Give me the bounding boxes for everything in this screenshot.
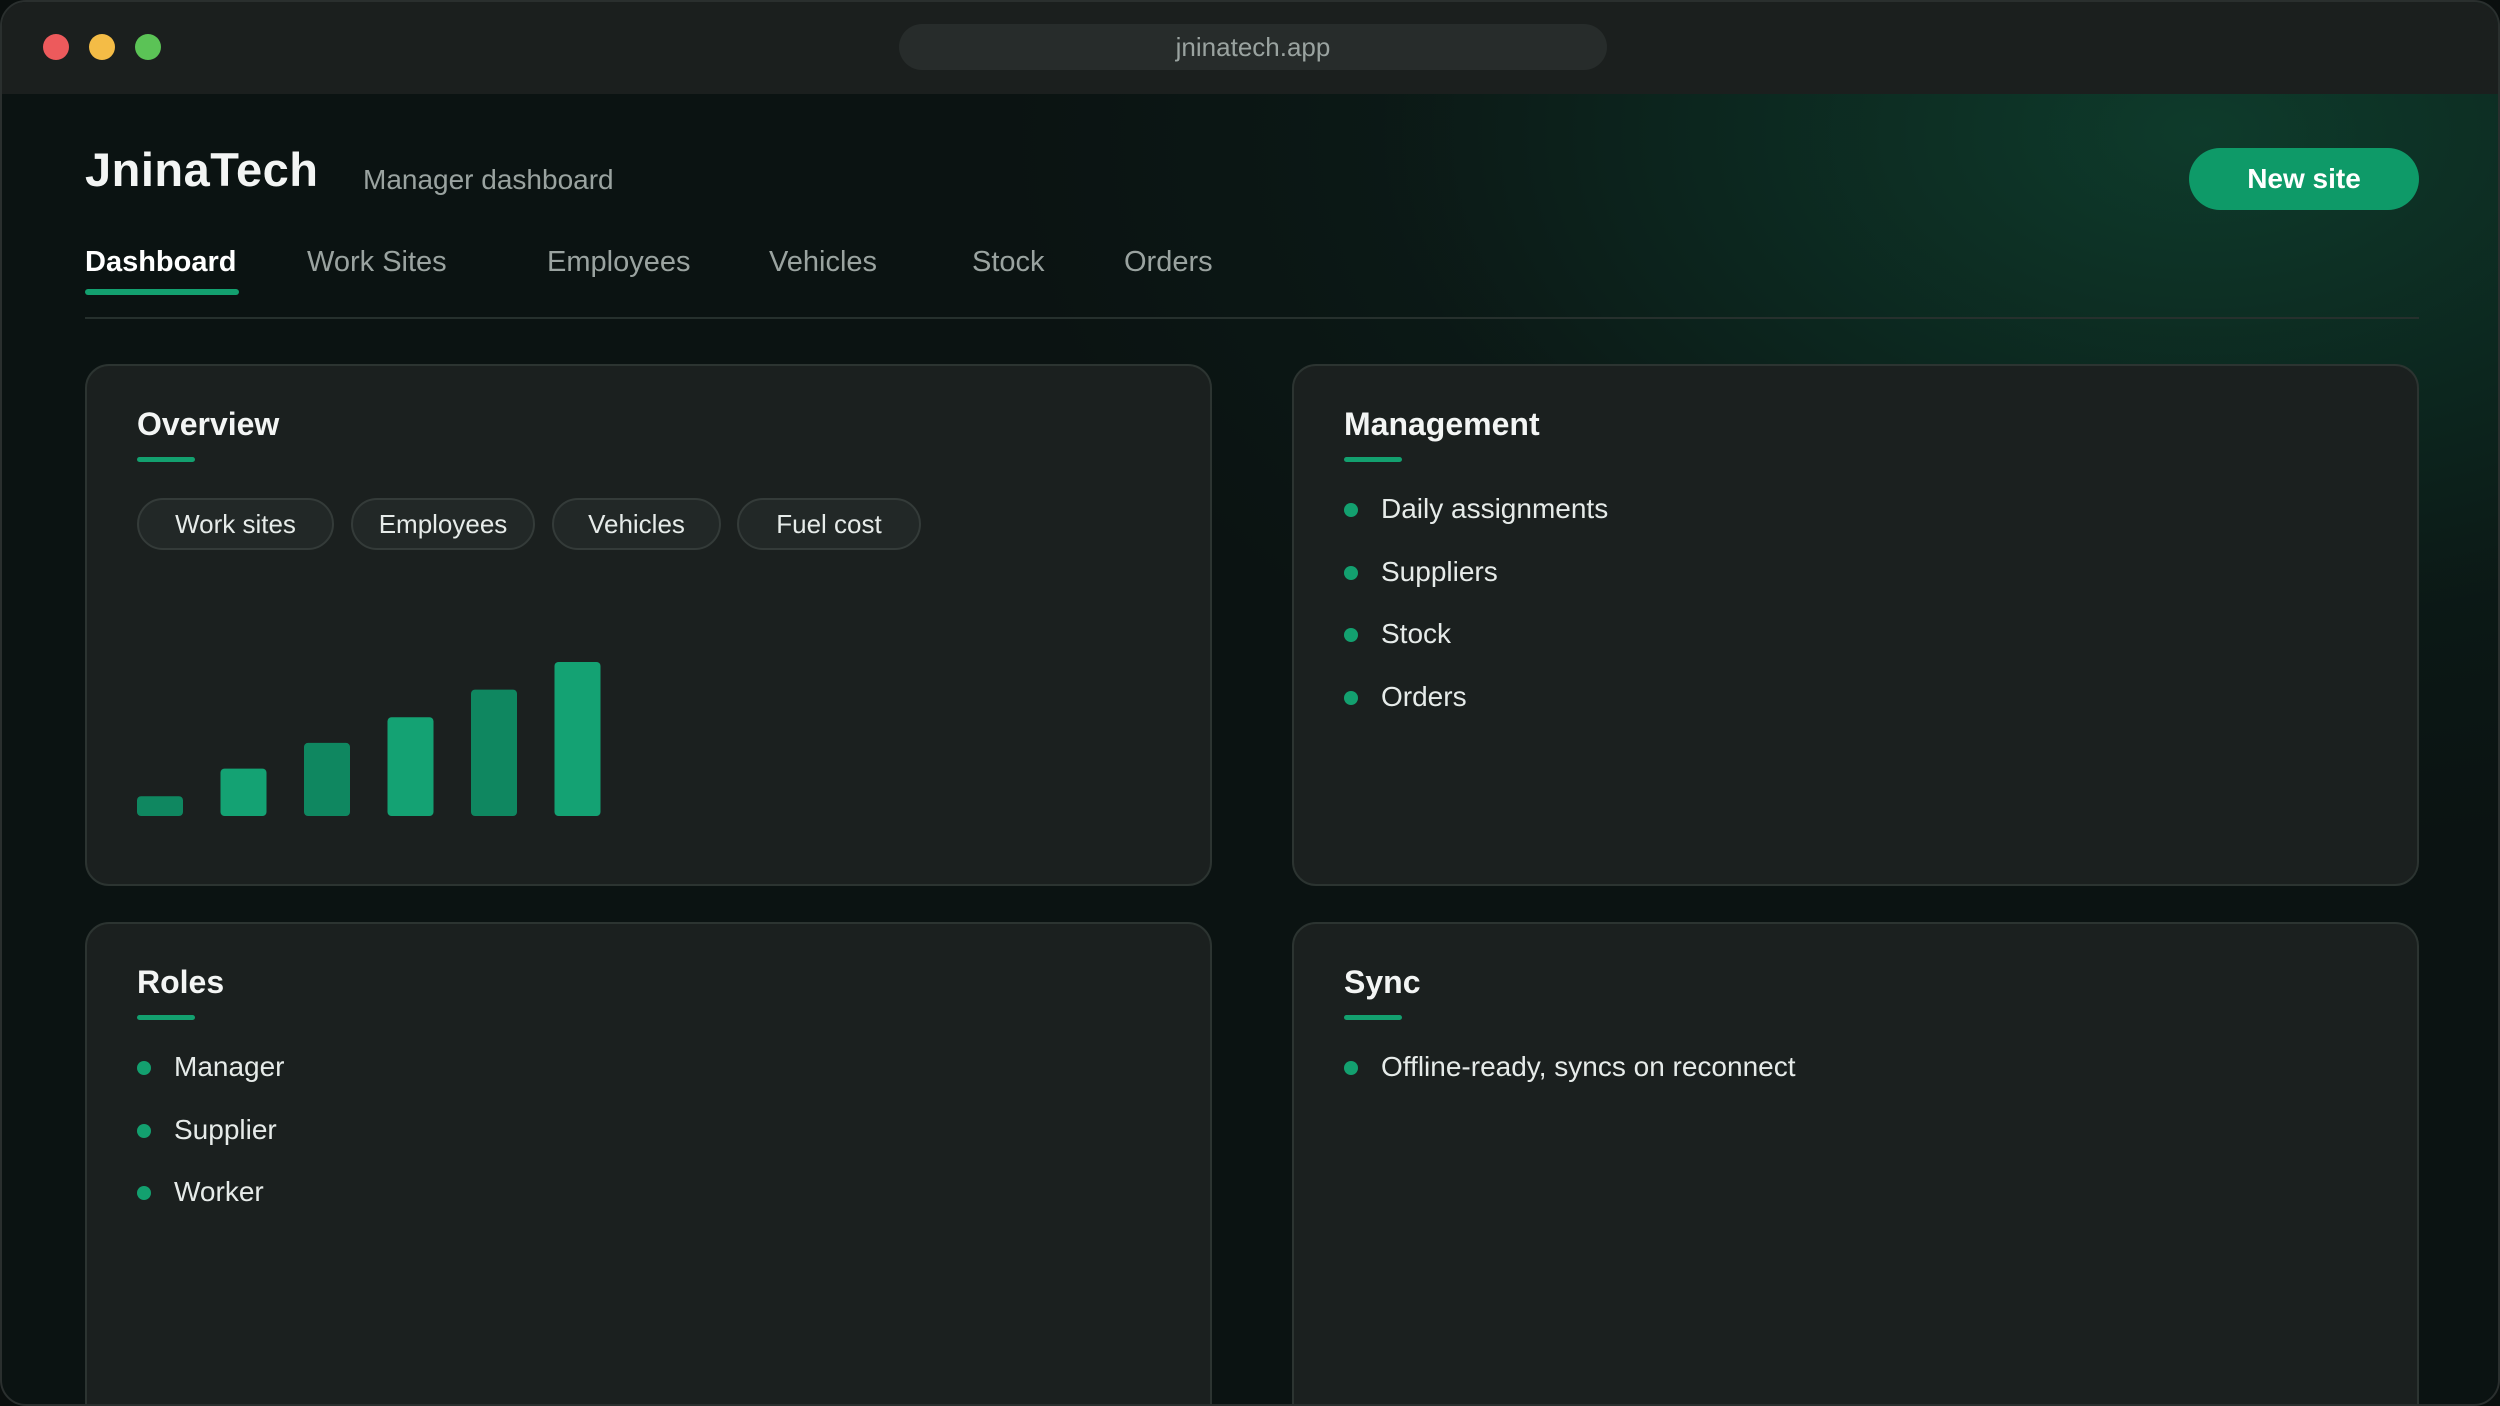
chip-vehicles[interactable]: Vehicles (552, 498, 721, 550)
management-item-stock[interactable]: Stock (1344, 619, 1608, 682)
chart-bar-2 (220, 768, 267, 816)
sync-list: Offline-ready, syncs on reconnect (1344, 1052, 1796, 1115)
bullet-icon (1344, 1061, 1358, 1075)
chart-bar-4 (387, 717, 434, 816)
tabs-divider (85, 317, 2419, 319)
address-bar[interactable]: jninatech.app (899, 24, 1607, 70)
management-item-suppliers[interactable]: Suppliers (1344, 556, 1608, 620)
tab-dashboard[interactable]: Dashboard (85, 246, 236, 279)
chart-bar-5 (471, 689, 517, 816)
bullet-icon (1344, 503, 1358, 517)
tab-work-sites[interactable]: Work Sites (307, 246, 447, 279)
role-item-worker: Worker (137, 1177, 285, 1240)
maximize-window-button[interactable] (135, 34, 161, 60)
window-titlebar: jninatech.app (2, 2, 2498, 94)
roles-card: Roles Manager Supplier Worker (85, 922, 1212, 1404)
tab-orders[interactable]: Orders (1124, 246, 1213, 279)
management-card: Management Daily assignments Suppliers S… (1292, 364, 2419, 886)
browser-window: jninatech.app JninaTech Manager dashboar… (0, 0, 2500, 1406)
management-item-daily-assignments[interactable]: Daily assignments (1344, 494, 1608, 557)
bullet-icon (1344, 628, 1358, 642)
bullet-icon (1344, 565, 1358, 580)
sync-title-accent (1344, 1015, 1402, 1020)
management-list: Daily assignments Suppliers Stock Orders (1344, 494, 1608, 744)
sync-item-offline-ready: Offline-ready, syncs on reconnect (1344, 1052, 1796, 1115)
management-title: Management (1344, 406, 1540, 442)
chip-employees[interactable]: Employees (351, 498, 535, 550)
role-item-supplier: Supplier (137, 1114, 285, 1178)
overview-bar-chart (137, 661, 601, 816)
overview-card: Overview Work sites Employees Vehicles F… (85, 364, 1212, 886)
roles-list: Manager Supplier Worker (137, 1052, 285, 1240)
chart-bar-1 (137, 796, 183, 816)
minimize-window-button[interactable] (89, 34, 115, 60)
overview-title: Overview (137, 406, 280, 442)
chart-bar-3 (304, 742, 350, 816)
overview-title-accent (137, 457, 195, 462)
bullet-icon (137, 1186, 151, 1200)
roles-title: Roles (137, 964, 225, 1000)
app-brand: JninaTech (85, 143, 319, 196)
page-subtitle: Manager dashboard (363, 164, 614, 195)
active-tab-indicator (85, 289, 239, 295)
bullet-icon (137, 1061, 151, 1075)
chip-work-sites[interactable]: Work sites (137, 498, 334, 550)
tab-vehicles[interactable]: Vehicles (769, 246, 877, 279)
tab-employees[interactable]: Employees (547, 246, 690, 279)
management-title-accent (1344, 457, 1402, 462)
tab-stock[interactable]: Stock (972, 246, 1045, 279)
sync-card: Sync Offline-ready, syncs on reconnect (1292, 922, 2419, 1404)
chart-bar-6 (554, 661, 601, 816)
chip-fuel-cost[interactable]: Fuel cost (737, 498, 921, 550)
bullet-icon (1344, 690, 1358, 705)
management-item-orders[interactable]: Orders (1344, 681, 1608, 745)
roles-title-accent (137, 1015, 195, 1020)
new-site-button[interactable]: New site (2189, 148, 2419, 210)
sync-title: Sync (1344, 964, 1421, 1000)
close-window-button[interactable] (43, 34, 69, 60)
role-item-manager: Manager (137, 1052, 285, 1115)
bullet-icon (137, 1123, 151, 1138)
